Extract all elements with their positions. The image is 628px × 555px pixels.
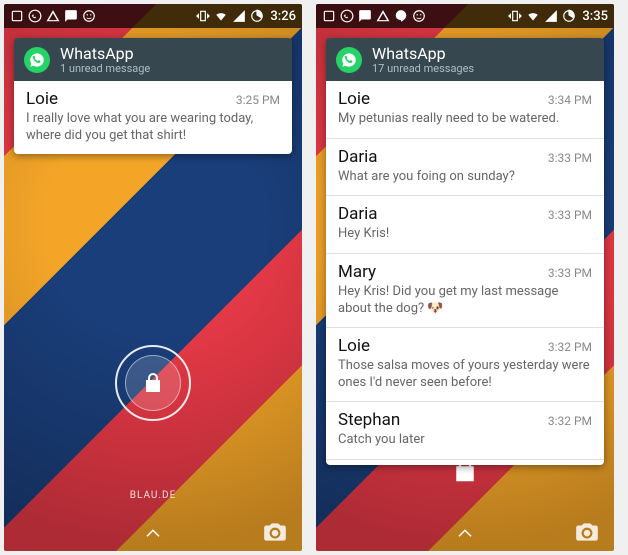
message-sender: Mary <box>338 262 376 282</box>
phone-left: 3:26 WhatsApp 1 unread message Loie 3:25… <box>4 4 302 551</box>
status-icons-right: 3:35 <box>508 9 608 24</box>
message-item[interactable]: Stephan3:32 PMSo let me know what's up <box>326 460 604 465</box>
vibrate-icon <box>196 9 210 23</box>
message-sender: Daria <box>338 204 378 224</box>
lock-ring[interactable] <box>115 345 191 421</box>
whatsapp-status-icon <box>340 9 354 23</box>
vibrate-icon <box>508 9 522 23</box>
message-item[interactable]: Mary 3:33 PM Hey Kris! Did you get my last… <box>326 254 604 328</box>
message-preview: Hey Kris! Did you get my last message ab… <box>338 284 592 317</box>
battery-icon <box>562 9 576 23</box>
notification-card[interactable]: WhatsApp 1 unread message Loie 3:25 PM I… <box>14 38 292 154</box>
message-sender: Daria <box>338 147 378 167</box>
message-item[interactable]: Loie 3:32 PM Those salsa moves of yours ye… <box>326 328 604 402</box>
message-time: 3:33 PM <box>548 208 592 222</box>
whatsapp-icon <box>24 47 50 73</box>
message-preview: Those salsa moves of yours yesterday wer… <box>338 358 592 391</box>
status-icons-right: 3:26 <box>196 9 296 24</box>
message-time: 3:34 PM <box>548 93 592 107</box>
bottom-row <box>4 525 302 543</box>
carrier-label: BLAU.DE <box>130 490 177 501</box>
notification-card[interactable]: WhatsApp 17 unread messages Loie 3:34 PM M… <box>326 38 604 465</box>
hangouts-icon <box>394 9 408 23</box>
face-icon <box>412 9 426 23</box>
wifi-icon <box>526 9 540 23</box>
clock: 3:35 <box>582 9 608 24</box>
message-preview: Hey Kris! <box>338 226 592 243</box>
nav-up-arrow[interactable] <box>4 525 302 543</box>
status-icons-left <box>10 9 96 23</box>
notification-subtitle: 1 unread message <box>60 62 150 75</box>
notification-header: WhatsApp 17 unread messages <box>326 38 604 81</box>
notification-app-name: WhatsApp <box>60 44 150 63</box>
message-item[interactable]: Daria 3:33 PM What are you foing on sunday… <box>326 139 604 197</box>
message-item[interactable]: Loie 3:25 PM I really love what you are … <box>14 81 292 154</box>
message-item[interactable]: Daria 3:33 PM Hey Kris! <box>326 196 604 254</box>
whatsapp-icon <box>336 47 362 73</box>
whatsapp-status-icon <box>28 9 42 23</box>
message-sender: Stephan <box>338 410 400 430</box>
status-bar: 3:26 <box>4 4 302 28</box>
status-icons-left <box>322 9 426 23</box>
message-time: 3:33 PM <box>548 151 592 165</box>
camera-shortcut[interactable] <box>262 519 288 549</box>
chevron-up-icon <box>139 525 167 543</box>
notification-body[interactable]: Loie 3:34 PM My petunias really need to be… <box>326 81 604 465</box>
chevron-up-icon <box>451 525 479 543</box>
battery-icon <box>250 9 264 23</box>
chat-icon <box>64 9 78 23</box>
chat-icon <box>358 9 372 23</box>
message-time: 3:33 PM <box>548 266 592 280</box>
message-preview: My petunias really need to be watered. <box>338 111 592 128</box>
message-sender: Loie <box>26 89 58 109</box>
message-time: 3:32 PM <box>548 340 592 354</box>
notification-subtitle: 17 unread messages <box>372 62 474 75</box>
camera-shortcut[interactable] <box>574 519 600 549</box>
screenshot-icon <box>322 9 336 23</box>
message-item[interactable]: Loie 3:34 PM My petunias really need to be… <box>326 81 604 139</box>
message-time: 3:32 PM <box>548 414 592 428</box>
message-preview: What are you foing on sunday? <box>338 169 592 186</box>
message-sender: Loie <box>338 336 370 356</box>
message-sender: Loie <box>338 89 370 109</box>
message-preview: Catch you later <box>338 432 592 449</box>
wifi-icon <box>214 9 228 23</box>
camera-icon <box>262 519 288 545</box>
notification-body: Loie 3:25 PM I really love what you are … <box>14 81 292 154</box>
face-icon <box>82 9 96 23</box>
screenshot-icon <box>10 9 24 23</box>
camera-icon <box>574 519 600 545</box>
message-item[interactable]: Stephan 3:32 PM Catch you later <box>326 402 604 460</box>
status-bar: 3:35 <box>316 4 614 28</box>
clock: 3:26 <box>270 9 296 24</box>
message-time: 3:25 PM <box>236 93 280 107</box>
nav-up-arrow[interactable] <box>316 525 614 543</box>
message-preview: I really love what you are wearing today… <box>26 111 280 144</box>
bottom-row <box>316 525 614 543</box>
notification-header: WhatsApp 1 unread message <box>14 38 292 81</box>
warning-icon <box>376 9 390 23</box>
lock-icon <box>141 371 165 395</box>
warning-icon <box>46 9 60 23</box>
signal-icon <box>232 9 246 23</box>
notification-app-name: WhatsApp <box>372 44 474 63</box>
signal-icon <box>544 9 558 23</box>
phone-right: 3:35 WhatsApp 17 unread messages Loie 3:3… <box>316 4 614 551</box>
